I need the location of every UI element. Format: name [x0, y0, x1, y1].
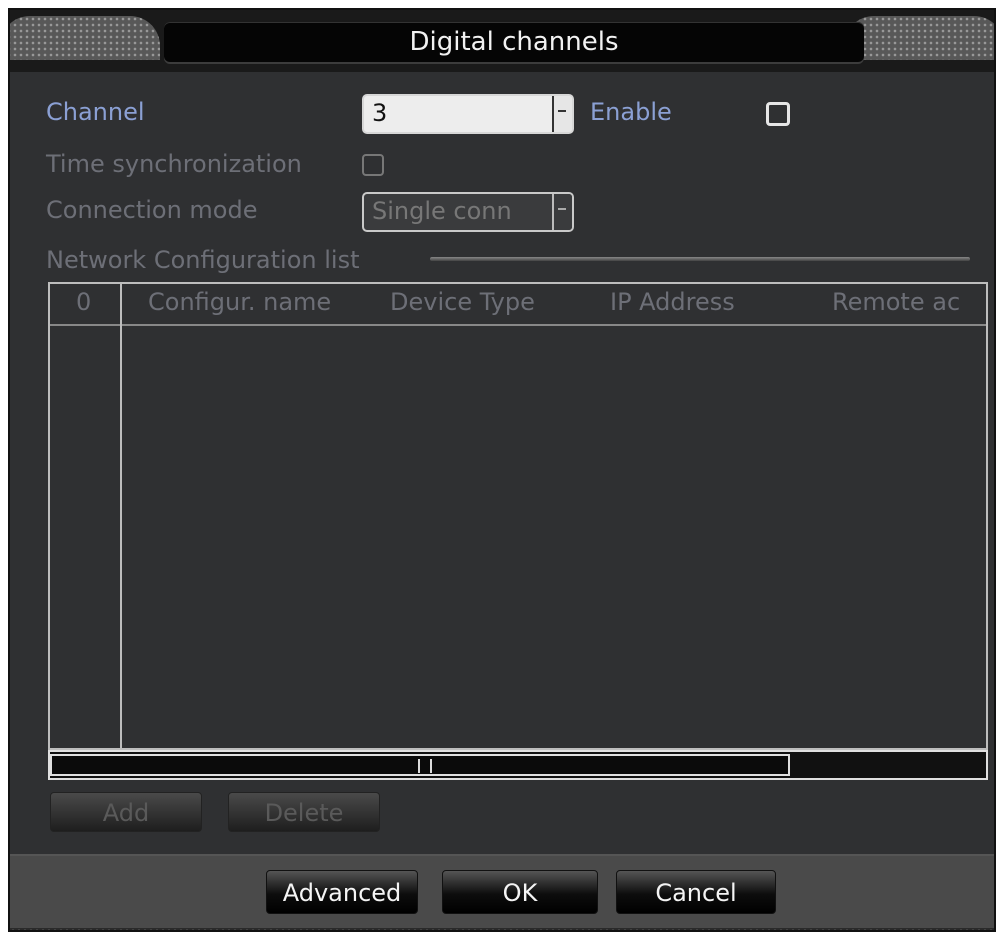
enable-label: Enable	[590, 98, 672, 126]
delete-button[interactable]: Delete	[228, 792, 380, 832]
table-header: 0 Configur. name Device Type IP Address …	[50, 284, 986, 326]
digital-channels-dialog: Digital channels Channel 3 Enable Time s…	[8, 8, 996, 932]
column-header-config-name[interactable]: Configur. name	[148, 288, 331, 316]
decorative-corner-left	[10, 16, 160, 60]
time-sync-checkbox[interactable]	[362, 154, 384, 176]
connection-mode-value: Single conn	[372, 197, 512, 225]
column-header-remote-address[interactable]: Remote ac	[832, 288, 960, 316]
scrollbar-thumb[interactable]	[50, 754, 790, 776]
horizontal-scrollbar[interactable]	[48, 750, 988, 780]
chevron-down-icon[interactable]	[552, 194, 572, 230]
section-divider	[430, 257, 970, 261]
chevron-down-icon[interactable]	[552, 96, 572, 132]
network-config-list-label: Network Configuration list	[46, 246, 360, 274]
column-divider	[120, 284, 122, 748]
time-sync-label: Time synchronization	[46, 150, 302, 178]
decorative-corner-right	[844, 16, 994, 60]
add-button[interactable]: Add	[50, 792, 202, 832]
column-header-device-type[interactable]: Device Type	[390, 288, 535, 316]
advanced-button[interactable]: Advanced	[266, 870, 418, 914]
column-header-index[interactable]: 0	[76, 288, 91, 316]
grip-icon	[418, 759, 432, 773]
connection-mode-select[interactable]: Single conn	[362, 192, 574, 232]
ok-button[interactable]: OK	[442, 870, 598, 914]
channel-select-value: 3	[372, 99, 388, 127]
connection-mode-label: Connection mode	[46, 196, 258, 224]
column-header-ip-address[interactable]: IP Address	[610, 288, 735, 316]
dialog-title: Digital channels	[164, 22, 864, 62]
enable-checkbox[interactable]	[766, 102, 790, 126]
channel-select[interactable]: 3	[362, 94, 574, 134]
network-config-table[interactable]: 0 Configur. name Device Type IP Address …	[48, 282, 988, 750]
title-strip: Digital channels	[10, 10, 994, 72]
dialog-footer: Advanced OK Cancel	[10, 854, 994, 930]
cancel-button[interactable]: Cancel	[616, 870, 776, 914]
channel-label: Channel	[46, 98, 145, 126]
